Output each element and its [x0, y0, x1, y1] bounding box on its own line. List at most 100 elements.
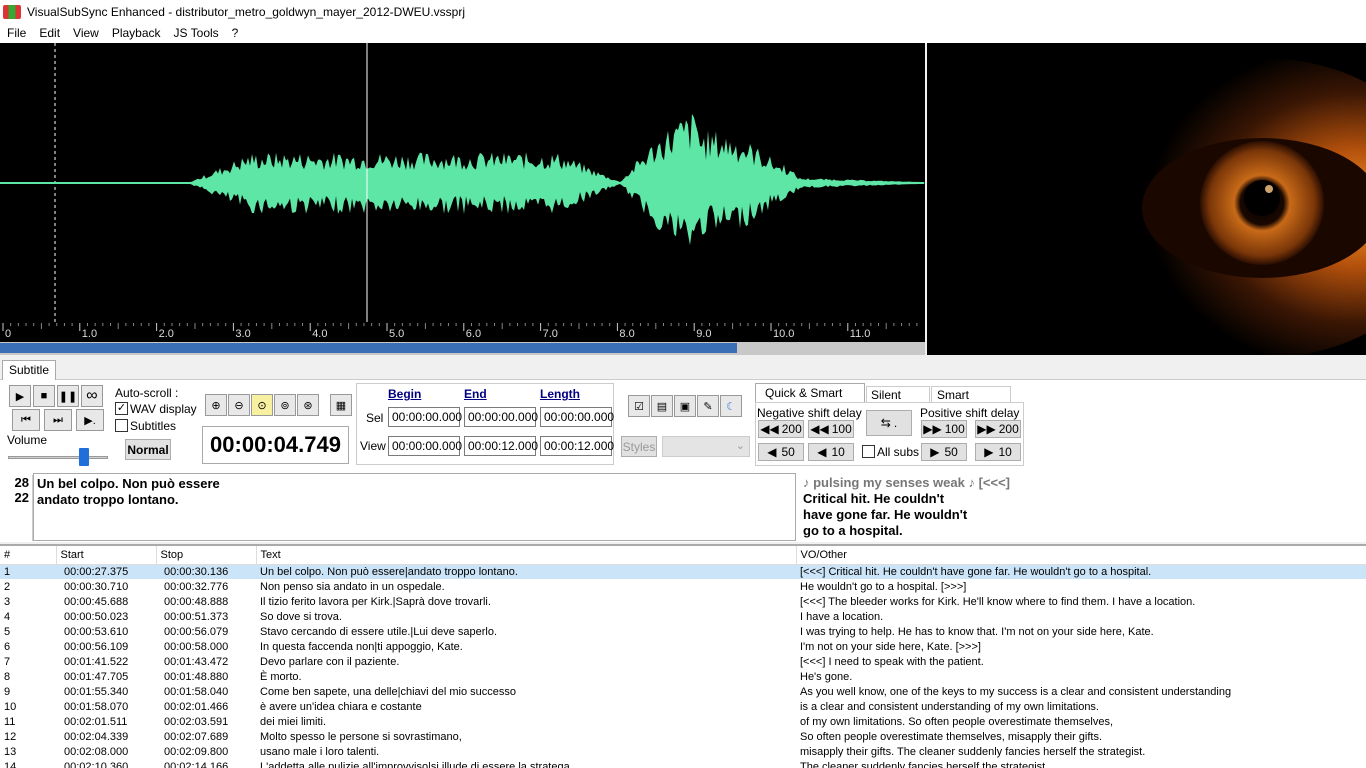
table-row[interactable]: 7 00:01:41.522 00:01:43.472 Devo parlare co… [0, 654, 1366, 669]
tab-quick-smart-delay[interactable]: Quick & Smart Delay [755, 383, 865, 414]
table-header: # Start Stop Text VO/Other [0, 546, 1366, 565]
table-row[interactable]: 10 00:01:58.070 00:02:01.466 è avere un'ide… [0, 699, 1366, 714]
title-bar: VisualSubSync Enhanced - distributor_met… [0, 0, 1366, 23]
apply-shift-button[interactable]: ⇆. [866, 410, 912, 436]
menu-js-tools[interactable]: JS Tools [167, 26, 225, 40]
subtitle-text-line1: Un bel colpo. Non può essere [37, 476, 220, 491]
subtitle-table[interactable]: # Start Stop Text VO/Other 1 00:00:27.375… [0, 546, 1366, 768]
table-row[interactable]: 4 00:00:50.023 00:00:51.373 So dove si trov… [0, 609, 1366, 624]
negative-50-button[interactable]: ◀ 50 [758, 443, 804, 461]
row-text: So dove si trova. [260, 610, 342, 623]
row-number: 9 [4, 685, 11, 698]
table-row[interactable]: 14 00:02:10.360 00:02:14.166 L'addetta alle… [0, 759, 1366, 768]
zoom-in-button[interactable]: ⊕ [205, 394, 227, 416]
menu-view[interactable]: View [66, 26, 105, 40]
zoom-all-button[interactable]: ⊚ [274, 394, 296, 416]
zoom-selection-button[interactable]: ⊙ [251, 394, 273, 416]
sel-begin-field[interactable]: 00:00:00.000 [388, 407, 462, 427]
table-row[interactable]: 8 00:01:47.705 00:01:48.880 È morto. He's go… [0, 669, 1366, 684]
volume-slider[interactable] [8, 448, 108, 468]
pause-button[interactable]: ❚❚ [57, 385, 79, 407]
header-start[interactable]: Start [56, 546, 157, 565]
table-row[interactable]: 5 00:00:53.610 00:00:56.079 Stavo cercando … [0, 624, 1366, 639]
check-errors-button[interactable]: ☑ [628, 395, 650, 417]
menu-playback[interactable]: Playback [105, 26, 167, 40]
length-label[interactable]: Length [540, 387, 580, 401]
wav-display-label: WAV display [130, 402, 197, 416]
all-subs-checkbox[interactable] [862, 445, 875, 458]
table-row[interactable]: 1 00:00:27.375 00:00:30.136 Un bel colpo. N… [0, 564, 1366, 579]
positive-50-button[interactable]: ▶ 50 [921, 443, 967, 461]
view-length-field[interactable]: 00:00:12.000 [540, 436, 614, 456]
arrow-left-icon: ◀ [817, 445, 827, 459]
menu-edit[interactable]: Edit [32, 26, 66, 40]
wav-display-checkbox[interactable]: ✓ [115, 402, 128, 415]
styles-button[interactable]: Styles [621, 436, 657, 457]
positive-50-label: 50 [944, 445, 958, 459]
tab-silent-zone[interactable]: Silent Zone [866, 386, 930, 416]
table-row[interactable]: 13 00:02:08.000 00:02:09.800 usano male i l… [0, 744, 1366, 759]
sel-length-field[interactable]: 00:00:00.000 [540, 407, 614, 427]
view-end-field[interactable]: 00:00:12.000 [464, 436, 538, 456]
zoom-all-icon: ⊚ [280, 399, 290, 412]
positive-200-button[interactable]: ▶▶ 200 [975, 420, 1021, 438]
double-arrow-right-icon: ▶▶ [923, 422, 942, 436]
play-to-end-button[interactable]: ▶. [76, 409, 104, 431]
zoom-out-button[interactable]: ⊖ [228, 394, 250, 416]
styles-dropdown[interactable]: ⌄ [662, 436, 750, 457]
time-tick-label: 7.0 [543, 328, 558, 340]
row-start: 00:00:30.710 [64, 580, 129, 593]
text-pipe-button[interactable]: ▤ [651, 395, 673, 417]
next-button[interactable]: ⏭ [44, 409, 72, 431]
table-row[interactable]: 2 00:00:30.710 00:00:32.776 Non penso sia a… [0, 579, 1366, 594]
view-begin-field[interactable]: 00:00:00.000 [388, 436, 462, 456]
table-row[interactable]: 11 00:02:01.511 00:02:03.591 dei miei limit… [0, 714, 1366, 729]
sel-end-field[interactable]: 00:00:00.000 [464, 407, 538, 427]
table-row[interactable]: 3 00:00:45.688 00:00:48.888 Il tizio ferito… [0, 594, 1366, 609]
subtitle-list[interactable]: # Start Stop Text VO/Other 1 00:00:27.375… [0, 544, 1366, 768]
header-text[interactable]: Text [256, 546, 797, 565]
row-vo-other: He wouldn't go to a hospital. [>>>] [800, 580, 967, 593]
end-label[interactable]: End [464, 387, 487, 401]
zoom-vertical-button[interactable]: ⊛ [297, 394, 319, 416]
waveform-scrollbar-thumb[interactable] [0, 343, 737, 353]
volume-slider-thumb[interactable] [79, 448, 89, 466]
waveform-svg[interactable]: 0 1.0 2.0 3.0 4.0 5.0 6.0 7.0 8.0 9.0 10.0 11.0 [0, 43, 925, 355]
row-start: 00:00:45.688 [64, 595, 129, 608]
subtitle-text-editor[interactable]: Un bel colpo. Non può essere andato trop… [33, 473, 796, 541]
header-stop[interactable]: Stop [156, 546, 257, 565]
row-number: 12 [4, 730, 17, 743]
table-row[interactable]: 12 00:02:04.339 00:02:07.689 Molto spesso l… [0, 729, 1366, 744]
loop-button[interactable]: ∞ [81, 385, 103, 407]
subtitles-checkbox[interactable] [115, 419, 128, 432]
waveform-display[interactable]: 0 1.0 2.0 3.0 4.0 5.0 6.0 7.0 8.0 9.0 10.0 11.0 [0, 43, 925, 355]
negative-100-button[interactable]: ◀◀ 100 [808, 420, 854, 438]
snapshot-button[interactable]: ▦ [330, 394, 352, 416]
skip-forward-icon: ⏭ [53, 413, 63, 426]
begin-label[interactable]: Begin [388, 387, 421, 401]
table-row[interactable]: 6 00:00:56.109 00:00:58.000 In questa facce… [0, 639, 1366, 654]
volume-label: Volume [7, 433, 48, 447]
header-vo-other[interactable]: VO/Other [796, 546, 1366, 565]
row-start: 00:00:56.109 [64, 640, 129, 653]
eye-highlight [1265, 185, 1273, 193]
negative-10-button[interactable]: ◀ 10 [808, 443, 854, 461]
previous-button[interactable]: ⏮ [12, 409, 40, 431]
tab-smart-desynch[interactable]: Smart Desynch [931, 386, 1011, 416]
menu-help[interactable]: ? [225, 26, 245, 40]
normal-button[interactable]: Normal [125, 439, 171, 460]
header-number[interactable]: # [0, 546, 57, 565]
validate-button[interactable]: ▣ [674, 395, 696, 417]
menu-file[interactable]: File [0, 26, 32, 40]
row-number: 5 [4, 625, 11, 638]
negative-200-button[interactable]: ◀◀ 200 [758, 420, 804, 438]
positive-100-button[interactable]: ▶▶ 100 [921, 420, 967, 438]
stop-button[interactable]: ■ [33, 385, 55, 407]
wave-tool-button[interactable]: ☾ [720, 395, 742, 417]
play-button[interactable]: ▶ [9, 385, 31, 407]
positive-10-button[interactable]: ▶ 10 [975, 443, 1021, 461]
spell-check-button[interactable]: ✎ [697, 395, 719, 417]
table-row[interactable]: 9 00:01:55.340 00:01:58.040 Come ben sapete… [0, 684, 1366, 699]
tab-subtitle[interactable]: Subtitle [2, 360, 57, 380]
row-number: 6 [4, 640, 11, 653]
